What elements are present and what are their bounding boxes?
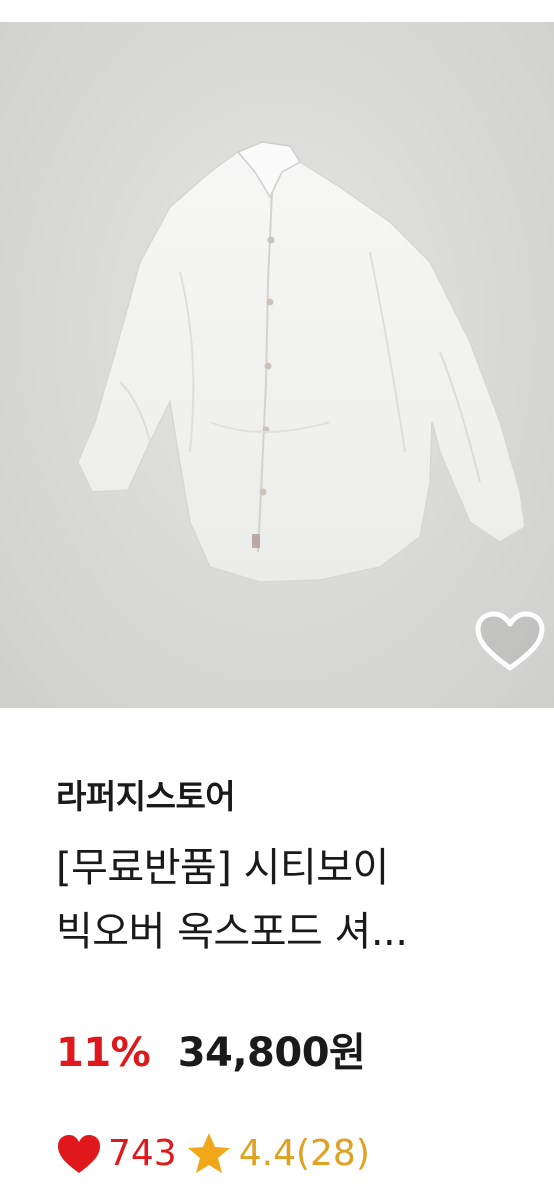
product-title-line-1: [무료반품] 시티보이 <box>56 845 389 891</box>
wishlist-heart-icon[interactable] <box>474 610 546 674</box>
shirt-photo <box>77 141 526 583</box>
product-image[interactable] <box>0 22 554 708</box>
top-strip <box>0 0 554 22</box>
product-title-line-2: 빅오버 옥스포드 셔... <box>56 909 408 955</box>
rating: 4.4(28) <box>238 1133 370 1174</box>
heart-filled-icon <box>56 1133 102 1175</box>
like-count: 743 <box>108 1133 177 1174</box>
star-icon <box>185 1131 233 1177</box>
meta-row: 743 4.4(28) <box>56 1126 370 1182</box>
price: 34,800원 <box>177 1030 366 1076</box>
discount-rate: 11% <box>56 1030 151 1076</box>
store-name[interactable]: 라퍼지스토어 <box>56 770 236 818</box>
product-title[interactable]: [무료반품] 시티보이 빅오버 옥스포드 셔... <box>56 836 536 964</box>
price-row: 11% 34,800원 <box>56 1020 366 1078</box>
